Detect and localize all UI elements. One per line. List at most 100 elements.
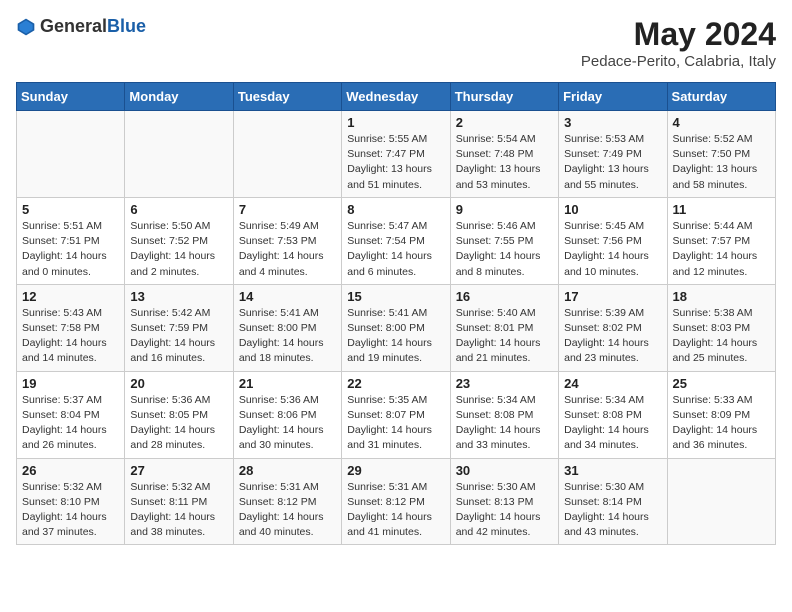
month-title: May 2024 [581, 16, 776, 53]
day-info: Sunrise: 5:45 AM Sunset: 7:56 PM Dayligh… [564, 219, 661, 280]
logo: GeneralBlue [16, 16, 146, 37]
week-row-3: 12 Sunrise: 5:43 AM Sunset: 7:58 PM Dayli… [17, 284, 776, 371]
day-number: 12 [22, 289, 119, 304]
day-cell: 7 Sunrise: 5:49 AM Sunset: 7:53 PM Daylig… [233, 197, 341, 284]
day-number: 31 [564, 463, 661, 478]
header-row: Sunday Monday Tuesday Wednesday Thursday… [17, 83, 776, 111]
day-info: Sunrise: 5:30 AM Sunset: 8:14 PM Dayligh… [564, 480, 661, 541]
day-number: 30 [456, 463, 553, 478]
day-cell: 16Sunrise: 5:40 AM Sunset: 8:01 PM Dayli… [450, 284, 558, 371]
day-number: 13 [130, 289, 227, 304]
day-info: Sunrise: 5:50 AM Sunset: 7:52 PM Dayligh… [130, 219, 227, 280]
header-monday: Monday [125, 83, 233, 111]
day-number: 20 [130, 376, 227, 391]
day-info: Sunrise: 5:36 AM Sunset: 8:05 PM Dayligh… [130, 393, 227, 454]
day-cell: 24 Sunrise: 5:34 AM Sunset: 8:08 PM Dayli… [559, 371, 667, 458]
day-info: Sunrise: 5:35 AM Sunset: 8:07 PM Dayligh… [347, 393, 444, 454]
day-info: Sunrise: 5:32 AM Sunset: 8:10 PM Dayligh… [22, 480, 119, 541]
day-number: 3 [564, 115, 661, 130]
day-info: Sunrise: 5:54 AM Sunset: 7:48 PM Dayligh… [456, 132, 553, 193]
day-info: Sunrise: 5:32 AM Sunset: 8:11 PM Dayligh… [130, 480, 227, 541]
header-tuesday: Tuesday [233, 83, 341, 111]
day-number: 18 [673, 289, 770, 304]
day-cell [667, 458, 775, 545]
header-friday: Friday [559, 83, 667, 111]
day-cell: 14 Sunrise: 5:41 AM Sunset: 8:00 PM Dayli… [233, 284, 341, 371]
day-number: 15 [347, 289, 444, 304]
day-number: 10 [564, 202, 661, 217]
day-info: Sunrise: 5:34 AM Sunset: 8:08 PM Dayligh… [564, 393, 661, 454]
day-cell [125, 111, 233, 198]
day-cell: 19Sunrise: 5:37 AM Sunset: 8:04 PM Dayli… [17, 371, 125, 458]
day-cell: 1Sunrise: 5:55 AM Sunset: 7:47 PM Daylig… [342, 111, 450, 198]
day-info: Sunrise: 5:49 AM Sunset: 7:53 PM Dayligh… [239, 219, 336, 280]
day-number: 14 [239, 289, 336, 304]
header-saturday: Saturday [667, 83, 775, 111]
day-cell: 31 Sunrise: 5:30 AM Sunset: 8:14 PM Dayli… [559, 458, 667, 545]
day-info: Sunrise: 5:55 AM Sunset: 7:47 PM Dayligh… [347, 132, 444, 193]
day-number: 28 [239, 463, 336, 478]
day-cell: 11 Sunrise: 5:44 AM Sunset: 7:57 PM Dayli… [667, 197, 775, 284]
day-info: Sunrise: 5:52 AM Sunset: 7:50 PM Dayligh… [673, 132, 770, 193]
day-info: Sunrise: 5:46 AM Sunset: 7:55 PM Dayligh… [456, 219, 553, 280]
calendar-header: Sunday Monday Tuesday Wednesday Thursday… [17, 83, 776, 111]
day-info: Sunrise: 5:30 AM Sunset: 8:13 PM Dayligh… [456, 480, 553, 541]
day-cell: 22Sunrise: 5:35 AM Sunset: 8:07 PM Dayli… [342, 371, 450, 458]
day-number: 24 [564, 376, 661, 391]
calendar-table: Sunday Monday Tuesday Wednesday Thursday… [16, 82, 776, 545]
day-cell: 18 Sunrise: 5:38 AM Sunset: 8:03 PM Dayli… [667, 284, 775, 371]
day-cell: 25 Sunrise: 5:33 AM Sunset: 8:09 PM Dayli… [667, 371, 775, 458]
location: Pedace-Perito, Calabria, Italy [581, 53, 776, 70]
day-number: 27 [130, 463, 227, 478]
day-info: Sunrise: 5:31 AM Sunset: 8:12 PM Dayligh… [347, 480, 444, 541]
day-info: Sunrise: 5:41 AM Sunset: 8:00 PM Dayligh… [347, 306, 444, 367]
day-number: 21 [239, 376, 336, 391]
day-info: Sunrise: 5:41 AM Sunset: 8:00 PM Dayligh… [239, 306, 336, 367]
day-number: 17 [564, 289, 661, 304]
header: GeneralBlue May 2024 Pedace-Perito, Cala… [16, 16, 776, 70]
day-cell: 27 Sunrise: 5:32 AM Sunset: 8:11 PM Dayli… [125, 458, 233, 545]
week-row-4: 19Sunrise: 5:37 AM Sunset: 8:04 PM Dayli… [17, 371, 776, 458]
day-cell: 12 Sunrise: 5:43 AM Sunset: 7:58 PM Dayli… [17, 284, 125, 371]
day-cell [233, 111, 341, 198]
header-sunday: Sunday [17, 83, 125, 111]
day-number: 4 [673, 115, 770, 130]
day-number: 9 [456, 202, 553, 217]
day-number: 7 [239, 202, 336, 217]
calendar-body: 1Sunrise: 5:55 AM Sunset: 7:47 PM Daylig… [17, 111, 776, 545]
day-info: Sunrise: 5:38 AM Sunset: 8:03 PM Dayligh… [673, 306, 770, 367]
week-row-2: 5Sunrise: 5:51 AM Sunset: 7:51 PM Daylig… [17, 197, 776, 284]
week-row-1: 1Sunrise: 5:55 AM Sunset: 7:47 PM Daylig… [17, 111, 776, 198]
day-cell: 2Sunrise: 5:54 AM Sunset: 7:48 PM Daylig… [450, 111, 558, 198]
day-number: 16 [456, 289, 553, 304]
day-cell: 21Sunrise: 5:36 AM Sunset: 8:06 PM Dayli… [233, 371, 341, 458]
day-cell: 8Sunrise: 5:47 AM Sunset: 7:54 PM Daylig… [342, 197, 450, 284]
day-info: Sunrise: 5:43 AM Sunset: 7:58 PM Dayligh… [22, 306, 119, 367]
title-section: May 2024 Pedace-Perito, Calabria, Italy [581, 16, 776, 70]
day-number: 19 [22, 376, 119, 391]
header-thursday: Thursday [450, 83, 558, 111]
day-cell: 17 Sunrise: 5:39 AM Sunset: 8:02 PM Dayli… [559, 284, 667, 371]
day-cell: 10 Sunrise: 5:45 AM Sunset: 7:56 PM Dayli… [559, 197, 667, 284]
day-cell: 28 Sunrise: 5:31 AM Sunset: 8:12 PM Dayli… [233, 458, 341, 545]
day-number: 23 [456, 376, 553, 391]
day-info: Sunrise: 5:39 AM Sunset: 8:02 PM Dayligh… [564, 306, 661, 367]
day-cell: 23Sunrise: 5:34 AM Sunset: 8:08 PM Dayli… [450, 371, 558, 458]
day-cell: 9 Sunrise: 5:46 AM Sunset: 7:55 PM Daylig… [450, 197, 558, 284]
week-row-5: 26 Sunrise: 5:32 AM Sunset: 8:10 PM Dayli… [17, 458, 776, 545]
day-cell: 4 Sunrise: 5:52 AM Sunset: 7:50 PM Daylig… [667, 111, 775, 198]
day-cell [17, 111, 125, 198]
day-info: Sunrise: 5:33 AM Sunset: 8:09 PM Dayligh… [673, 393, 770, 454]
day-cell: 29Sunrise: 5:31 AM Sunset: 8:12 PM Dayli… [342, 458, 450, 545]
day-info: Sunrise: 5:31 AM Sunset: 8:12 PM Dayligh… [239, 480, 336, 541]
day-info: Sunrise: 5:44 AM Sunset: 7:57 PM Dayligh… [673, 219, 770, 280]
day-cell: 3 Sunrise: 5:53 AM Sunset: 7:49 PM Daylig… [559, 111, 667, 198]
day-cell: 13Sunrise: 5:42 AM Sunset: 7:59 PM Dayli… [125, 284, 233, 371]
logo-blue: Blue [107, 16, 146, 36]
logo-general: General [40, 16, 107, 36]
day-number: 11 [673, 202, 770, 217]
day-number: 25 [673, 376, 770, 391]
day-number: 26 [22, 463, 119, 478]
day-number: 8 [347, 202, 444, 217]
day-info: Sunrise: 5:53 AM Sunset: 7:49 PM Dayligh… [564, 132, 661, 193]
